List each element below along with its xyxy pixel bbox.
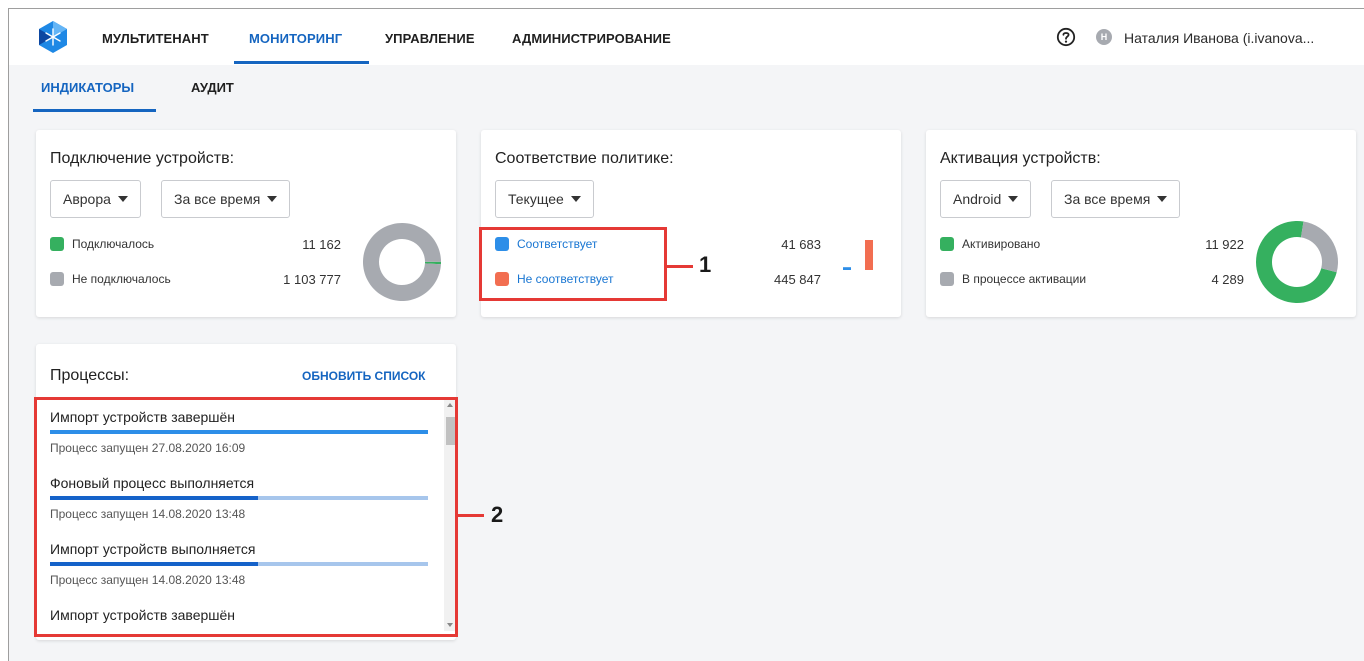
top-navigation-bar: МУЛЬТИТЕНАНТ МОНИТОРИНГ УПРАВЛЕНИЕ АДМИН…: [9, 9, 1364, 65]
dropdown-value: Аврора: [63, 191, 111, 207]
card-title: Процессы:: [50, 367, 130, 384]
legend-value: 445 847: [774, 272, 821, 287]
green-swatch: [940, 237, 954, 251]
dropdown-value: За все время: [174, 191, 261, 207]
legend-label: В процессе активации: [962, 272, 1087, 286]
app-logo-icon[interactable]: [37, 20, 69, 54]
callout-box-2: [34, 397, 458, 637]
legend-value: 11 922: [1205, 237, 1244, 252]
dropdown-value: За все время: [1064, 191, 1151, 207]
callout-line-1: [667, 265, 693, 268]
legend-value: 1 103 777: [283, 272, 341, 287]
activation-card: Активация устройств: Android За все врем…: [926, 130, 1356, 317]
user-avatar[interactable]: Н: [1096, 29, 1112, 45]
legend-label: Не подключалось: [72, 272, 171, 286]
callout-line-2: [458, 514, 484, 517]
user-name[interactable]: Наталия Иванова (i.ivanova...: [1124, 30, 1314, 46]
legend-value: 4 289: [1211, 272, 1244, 287]
os-filter-dropdown[interactable]: Android: [940, 180, 1032, 218]
caret-down-icon: [1008, 196, 1019, 203]
connection-card: Подключение устройств: Аврора За все вре…: [36, 130, 456, 317]
caret-down-icon: [267, 196, 278, 203]
card-title: Подключение устройств:: [50, 150, 235, 167]
caret-down-icon: [1157, 196, 1168, 203]
legend-value: 11 162: [302, 237, 341, 252]
compliance-bar-1: [865, 240, 873, 270]
nav-administration[interactable]: АДМИНИСТРИРОВАНИЕ: [512, 31, 671, 46]
tab-indicators[interactable]: ИНДИКАТОРЫ: [41, 80, 134, 95]
card-title: Активация устройств:: [940, 150, 1101, 167]
state-filter-dropdown[interactable]: Текущее: [495, 180, 594, 218]
connection-donut-chart: [363, 223, 441, 302]
caret-down-icon: [117, 196, 128, 203]
nav-management[interactable]: УПРАВЛЕНИЕ: [385, 31, 475, 46]
legend-label: Активировано: [962, 237, 1041, 251]
period-filter-dropdown[interactable]: За все время: [1051, 180, 1181, 218]
tab-audit[interactable]: АУДИТ: [191, 80, 234, 95]
compliance-bar-chart: [843, 240, 873, 270]
legend-value: 41 683: [781, 237, 821, 252]
app-frame: МУЛЬТИТЕНАНТ МОНИТОРИНГ УПРАВЛЕНИЕ АДМИН…: [8, 8, 1364, 661]
nav-monitoring[interactable]: МОНИТОРИНГ: [249, 31, 342, 46]
callout-number-1: 1: [699, 252, 712, 277]
os-filter-dropdown[interactable]: Аврора: [50, 180, 141, 218]
active-subtab-indicator: [33, 109, 156, 112]
caret-down-icon: [570, 196, 581, 203]
compliance-bar-0: [843, 267, 851, 270]
help-circle-icon[interactable]: [1056, 27, 1076, 47]
green-swatch: [50, 237, 64, 251]
dropdown-value: Android: [953, 191, 1002, 207]
active-nav-indicator: [234, 61, 369, 64]
refresh-list-button[interactable]: ОБНОВИТЬ СПИСОК: [302, 369, 425, 383]
monitoring-subtabs: ИНДИКАТОРЫ АУДИТ: [9, 65, 1364, 113]
dropdown-value: Текущее: [508, 191, 564, 207]
nav-multitenant[interactable]: МУЛЬТИТЕНАНТ: [102, 31, 209, 46]
callout-number-2: 2: [491, 502, 504, 527]
gray-swatch: [50, 272, 64, 286]
callout-box-1: [479, 227, 667, 301]
gray-swatch: [940, 272, 954, 286]
card-title: Соответствие политике:: [495, 150, 674, 167]
donut-segment-1: [1300, 221, 1338, 273]
period-filter-dropdown[interactable]: За все время: [161, 180, 291, 218]
legend-label: Подключалось: [72, 237, 155, 251]
activation-donut-chart: [1256, 221, 1338, 303]
